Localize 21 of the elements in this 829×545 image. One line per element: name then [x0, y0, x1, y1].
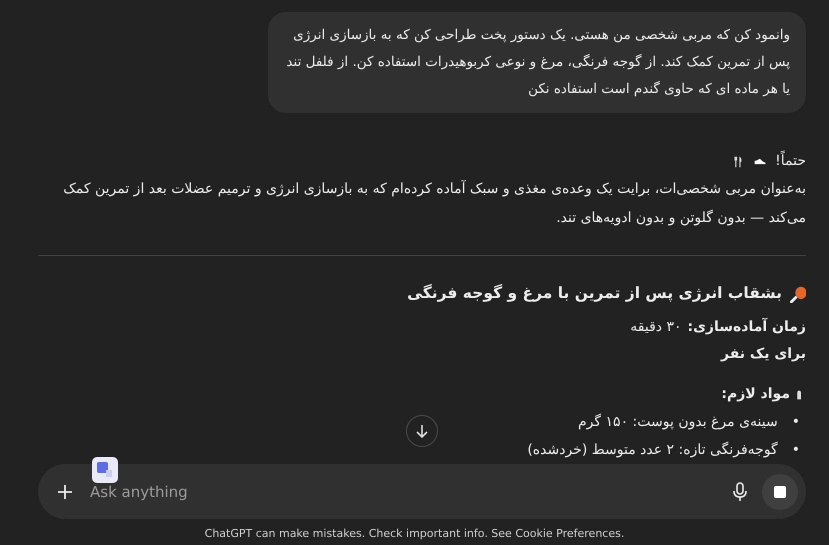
- disclaimer-text: ChatGPT can make mistakes. Check important info. See Cookie Preferences.: [204, 527, 624, 540]
- servings-text: برای یک نفر: [721, 344, 806, 364]
- ingredient-item: سینه‌ی مرغ بدون پوست: ۱۵۰ گرم: [578, 412, 778, 432]
- reply-text: حتماً!: [775, 148, 806, 175]
- ingredient-item: گوجه‌فرنگی تازه: ۲ عدد متوسط (خردشده): [527, 440, 778, 460]
- bullet: •: [792, 441, 800, 460]
- scroll-down-button[interactable]: [406, 415, 438, 447]
- user-message: وانمود کن که مربی شخصی من هستی. یک دستور پخت طراحی کن که به بازسازی انرژی پس از تمرین کمک کند. از گوجه فرنگی، مرغ و نوعی کربوهیدرات استفاده کن. از فلفل تند یا هر ماده ای که حاوی گندم است استفاده نکن: [268, 12, 806, 113]
- prompt-input[interactable]: Ask anything: [88, 482, 718, 502]
- bullet: •: [792, 413, 800, 432]
- plus-icon: [56, 482, 74, 500]
- reply-paragraph: به‌عنوان مربی شخصی‌ات، برایت یک وعده‌ی مغذی و سبک آماده کرده‌ام که به بازسازی انرژی و ترمیم عضلات بعد از تمرین کمک می‌کند — بدون گلوتن و بدون ادویه‌های تند.: [62, 179, 806, 228]
- drumstick-icon: [788, 284, 806, 302]
- recipe-title: بشقاب انرژی پس از تمرین با مرغ و گوجه فرنگی: [407, 283, 782, 304]
- ingredients-heading: مواد لازم:: [721, 385, 790, 404]
- prompt-bar[interactable]: Ask anything: [38, 464, 806, 519]
- stop-icon: [774, 486, 786, 498]
- translate-icon[interactable]: [92, 457, 118, 483]
- prep-time-value: ۳۰ دقیقه: [630, 318, 682, 337]
- stop-button[interactable]: [762, 474, 798, 510]
- prep-time-label: زمان آماده‌سازی:: [688, 316, 806, 337]
